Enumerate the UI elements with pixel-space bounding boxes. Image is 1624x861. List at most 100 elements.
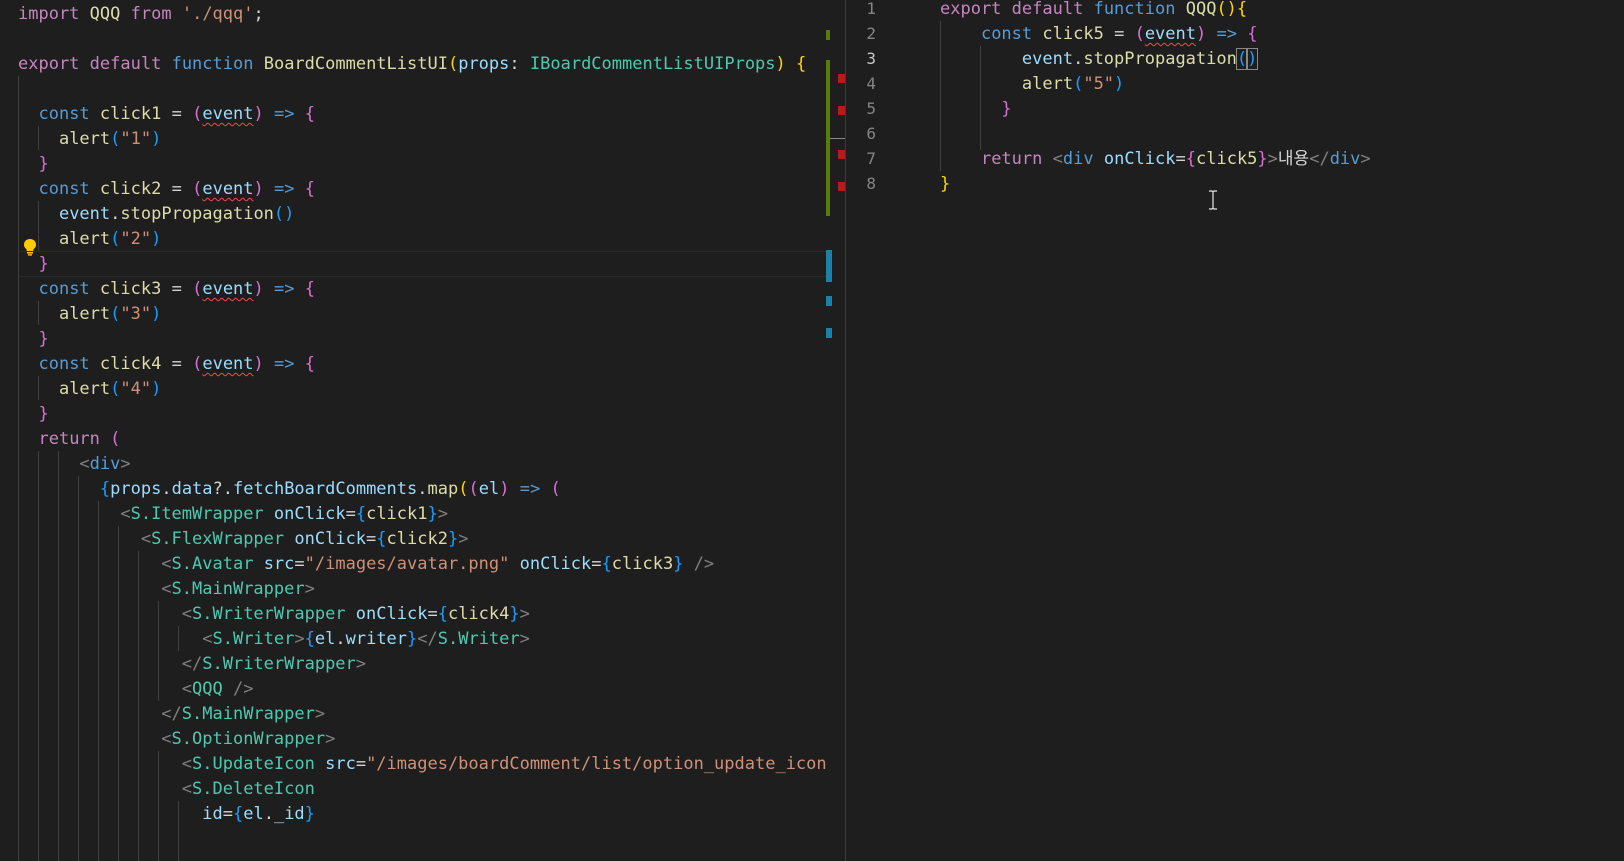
code-line[interactable]: alert("3") xyxy=(18,301,161,327)
bracket-token: ( xyxy=(1134,24,1145,44)
component-token: S.MainWrapper xyxy=(171,579,305,599)
tag-bracket-token: /> xyxy=(693,554,715,574)
bracket-token: ( xyxy=(192,179,203,199)
code-line[interactable]: <S.ItemWrapper onClick={click1}> xyxy=(18,501,448,527)
bracket-token: { xyxy=(376,529,387,549)
line-number[interactable]: 4 xyxy=(846,71,876,97)
code-line[interactable]: <S.Avatar src="/images/avatar.png" onCli… xyxy=(18,551,714,577)
function-call-token: alert xyxy=(58,304,111,324)
code-line[interactable]: </S.WriterWrapper> xyxy=(18,651,366,677)
bracket-token: ) xyxy=(151,229,162,249)
function-name-token: BoardCommentListUI xyxy=(263,54,448,74)
code-line[interactable]: const click5 = (event) => { xyxy=(940,21,1258,47)
bracket-token: ( xyxy=(468,479,479,499)
bracket-token: ) xyxy=(253,179,264,199)
code-line[interactable]: } xyxy=(18,151,48,177)
code-line[interactable]: <S.UpdateIcon src="/images/boardComment/… xyxy=(18,751,837,777)
operator-token: = xyxy=(171,279,182,299)
code-line[interactable]: id={el._id} xyxy=(18,801,315,827)
tag-bracket-token: </ xyxy=(417,629,438,649)
bracket-token: } xyxy=(447,529,459,549)
modified-lines-marker xyxy=(826,250,832,282)
line-number[interactable]: 5 xyxy=(846,96,876,122)
line-number[interactable]: 8 xyxy=(846,171,876,197)
keyword-token: return xyxy=(38,429,100,449)
code-line[interactable]: export default function QQQ(){ xyxy=(940,0,1247,22)
code-line[interactable]: <div> xyxy=(18,451,130,477)
operator-token: => xyxy=(519,479,541,499)
code-line[interactable]: const click4 = (event) => { xyxy=(18,351,315,377)
tag-bracket-token: < xyxy=(161,729,172,749)
line-number[interactable]: 1 xyxy=(846,0,876,22)
bracket-token: { xyxy=(99,479,111,499)
code-line[interactable]: event.stopPropagation() xyxy=(940,46,1259,72)
string-token: "1" xyxy=(120,129,152,149)
code-line[interactable]: } xyxy=(18,401,49,427)
code-line[interactable]: <S.Writer>{el.writer}</S.Writer> xyxy=(18,626,530,652)
tag-bracket-token: > xyxy=(304,579,315,599)
keyword-token: const xyxy=(38,354,90,374)
bracket-token: { xyxy=(1185,149,1196,169)
line-number[interactable]: 2 xyxy=(846,21,876,47)
tag-bracket-token: < xyxy=(181,754,193,774)
code-line[interactable]: } xyxy=(18,326,49,352)
code-line[interactable]: <S.OptionWrapper> xyxy=(18,726,335,752)
code-line[interactable]: export default function BoardCommentList… xyxy=(18,51,806,77)
code-line[interactable]: <S.WriterWrapper onClick={click4}> xyxy=(18,601,530,627)
code-line[interactable]: </S.MainWrapper> xyxy=(18,701,325,727)
string-token: './qqq' xyxy=(181,4,254,24)
code-line[interactable]: alert("4") xyxy=(18,376,161,402)
code-line[interactable]: alert("1") xyxy=(18,126,161,152)
code-line[interactable]: alert("2") xyxy=(18,226,161,252)
bracket-token: { xyxy=(304,354,316,374)
bracket-token: } xyxy=(38,254,49,274)
code-line[interactable]: <S.MainWrapper> xyxy=(18,576,315,602)
keyword-token: export xyxy=(940,0,1002,19)
line-number-active[interactable]: 3 xyxy=(846,46,876,72)
code-line[interactable]: } xyxy=(940,171,950,197)
code-line[interactable]: const click1 = (event) => { xyxy=(18,101,315,127)
overview-ruler[interactable] xyxy=(826,0,845,861)
bracket-token: } xyxy=(509,604,520,624)
tag-bracket-token: > xyxy=(458,529,469,549)
bracket-token: } xyxy=(38,404,49,424)
code-line[interactable]: <S.FlexWrapper onClick={click2}> xyxy=(18,526,469,552)
string-token: "/images/avatar.png" xyxy=(304,554,510,574)
identifier-token: fetchBoardComments xyxy=(233,479,418,499)
deleted-lines-marker xyxy=(838,182,845,191)
identifier-token: data xyxy=(171,479,213,499)
tag-bracket-token: > xyxy=(437,504,448,524)
code-line[interactable]: return ( xyxy=(18,426,120,452)
tag-name-token: div xyxy=(89,454,121,474)
line-number[interactable]: 7 xyxy=(846,146,876,172)
code-line[interactable]: return <div onClick={click5}>내용</div> xyxy=(940,146,1371,172)
identifier-token: click4 xyxy=(447,604,510,624)
code-line[interactable]: const click3 = (event) => { xyxy=(18,276,315,302)
code-line[interactable]: <QQQ /> xyxy=(18,676,254,702)
component-token: S.Avatar xyxy=(171,554,254,574)
operator-token: => xyxy=(274,104,295,124)
tag-bracket-token: > xyxy=(519,629,530,649)
attribute-token: onClick xyxy=(355,604,428,624)
code-line[interactable]: alert("5") xyxy=(940,71,1124,97)
tag-bracket-token: > xyxy=(1360,149,1371,169)
code-line[interactable]: import QQQ from './qqq'; xyxy=(18,1,264,27)
bracket-token: } xyxy=(427,504,438,524)
bracket-token: { xyxy=(232,804,244,824)
tag-bracket-token: < xyxy=(1052,149,1063,169)
right-editor-pane[interactable]: 1 2 3 4 5 6 7 8 export default function … xyxy=(846,0,1624,861)
bracket-token: ) xyxy=(151,129,162,149)
code-line[interactable]: <S.DeleteIcon xyxy=(18,776,315,802)
code-line[interactable]: event.stopPropagation() xyxy=(18,201,294,227)
line-number[interactable]: 6 xyxy=(846,121,876,147)
bracket-token: { xyxy=(304,104,316,124)
bracket-token: ( xyxy=(1235,48,1249,70)
identifier-token: click5 xyxy=(1042,24,1104,44)
left-editor-pane[interactable]: import QQQ from './qqq'; export default … xyxy=(0,0,845,861)
component-token: S.OptionWrapper xyxy=(171,729,326,749)
bracket-token: } xyxy=(38,329,49,349)
lightbulb-icon[interactable] xyxy=(22,238,38,256)
code-line[interactable]: } xyxy=(940,96,1011,122)
code-line[interactable]: const click2 = (event) => { xyxy=(18,176,315,202)
code-line[interactable]: {props.data?.fetchBoardComments.map((el)… xyxy=(18,476,561,502)
